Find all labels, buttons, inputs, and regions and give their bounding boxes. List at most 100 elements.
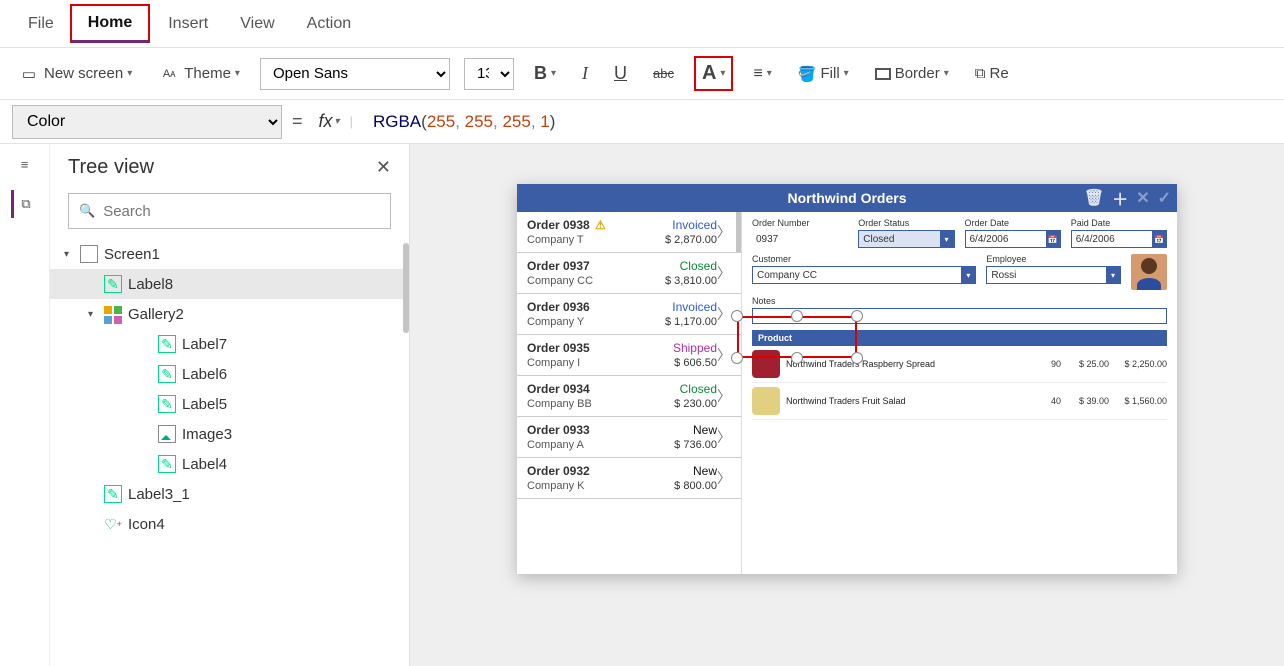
order-row[interactable]: Order 0938 ⚠Invoiced〉Company T$ 2,870.00 xyxy=(517,212,741,253)
formula-bar: Color = fx▾ | RGBA(255, 255, 255, 1) xyxy=(0,100,1284,144)
cancel-icon[interactable]: ✕ xyxy=(1136,188,1149,208)
reorder-icon: ⧉ xyxy=(975,65,986,82)
tree-node-label4[interactable]: ✎Label4 xyxy=(50,449,409,479)
order-row[interactable]: Order 0933New〉Company A$ 736.00 xyxy=(517,417,741,458)
app-title: Northwind Orders xyxy=(787,190,906,206)
chevron-right-icon[interactable]: 〉 xyxy=(717,386,731,406)
label-notes: Notes xyxy=(752,296,1167,306)
menu-action[interactable]: Action xyxy=(291,7,367,41)
menu-insert[interactable]: Insert xyxy=(152,7,224,41)
equals-label: = xyxy=(292,111,303,132)
product-header[interactable]: Product xyxy=(752,330,1167,346)
chevron-down-icon: ▾ xyxy=(235,68,240,79)
chevron-right-icon[interactable]: 〉 xyxy=(717,263,731,283)
tree-node-screen1[interactable]: ▾Screen1 xyxy=(50,239,409,269)
field-order-number: 0937 xyxy=(752,230,848,248)
app-title-bar: Northwind Orders 🗑 ＋ ✕ ✓ xyxy=(517,184,1177,212)
font-color-button[interactable]: A▾ xyxy=(694,56,733,91)
tree-node-label: Label8 xyxy=(128,276,173,293)
tree-node-icon4[interactable]: ♡+Icon4 xyxy=(50,509,409,539)
label-order-date: Order Date xyxy=(965,218,1061,228)
theme-icon: Aᴀ xyxy=(158,63,180,85)
field-order-date[interactable]: 6/4/2006📅 xyxy=(965,230,1061,248)
tree-node-gallery2[interactable]: ▾Gallery2 xyxy=(50,299,409,329)
underline-button[interactable]: U xyxy=(608,59,633,88)
label-order-number: Order Number xyxy=(752,218,848,228)
fill-icon: 🪣 xyxy=(798,65,817,83)
tree-node-label: Gallery2 xyxy=(128,306,184,323)
tree-node-label: Label3_1 xyxy=(128,486,190,503)
menu-file[interactable]: File xyxy=(12,7,70,41)
chevron-right-icon[interactable]: 〉 xyxy=(717,345,731,365)
order-row[interactable]: Order 0934Closed〉Company BB$ 230.00 xyxy=(517,376,741,417)
theme-button[interactable]: Aᴀ Theme ▾ xyxy=(152,59,246,89)
ribbon: ▭ New screen ▾ Aᴀ Theme ▾ Open Sans 13 B… xyxy=(0,48,1284,100)
reorder-label: Re xyxy=(989,65,1008,82)
strikethrough-button[interactable]: abc xyxy=(647,62,680,85)
new-screen-button[interactable]: ▭ New screen ▾ xyxy=(12,59,138,89)
fill-label: Fill xyxy=(821,65,840,82)
border-label: Border xyxy=(895,65,940,82)
chevron-right-icon[interactable]: 〉 xyxy=(717,427,731,447)
tree-node-label7[interactable]: ✎Label7 xyxy=(50,329,409,359)
field-order-status[interactable]: Closed▾ xyxy=(858,230,954,248)
reorder-button[interactable]: ⧉Re xyxy=(969,61,1015,86)
tree-search[interactable]: 🔍 xyxy=(68,193,391,229)
field-paid-date[interactable]: 6/4/2006📅 xyxy=(1071,230,1167,248)
fill-button[interactable]: 🪣Fill▾ xyxy=(792,61,855,87)
close-icon[interactable]: ✕ xyxy=(376,157,391,178)
font-select[interactable]: Open Sans xyxy=(260,58,450,90)
tree-view-icon[interactable]: ⧉ xyxy=(11,190,39,218)
tree-title: Tree view xyxy=(68,156,154,179)
employee-avatar xyxy=(1131,254,1167,290)
bold-button[interactable]: B▾ xyxy=(528,59,562,88)
order-list[interactable]: Order 0938 ⚠Invoiced〉Company T$ 2,870.00… xyxy=(517,212,742,574)
border-button[interactable]: Border▾ xyxy=(869,61,955,86)
tree-node-label8[interactable]: ✎Label8 xyxy=(50,269,409,299)
tree-node-label: Label7 xyxy=(182,336,227,353)
check-icon[interactable]: ✓ xyxy=(1158,188,1171,208)
menu-view[interactable]: View xyxy=(224,7,290,41)
chevron-down-icon: ▾ xyxy=(127,68,132,79)
fx-button[interactable]: fx▾ xyxy=(319,111,340,132)
tree-node-label3_1[interactable]: ✎Label3_1 xyxy=(50,479,409,509)
selection-handles[interactable] xyxy=(737,316,857,358)
tree-node-label6[interactable]: ✎Label6 xyxy=(50,359,409,389)
tree-node-label: Label6 xyxy=(182,366,227,383)
field-employee[interactable]: Rossi▾ xyxy=(986,266,1121,284)
scrollbar-thumb[interactable] xyxy=(736,212,741,252)
main-area: ≡ ⧉ Tree view ✕ 🔍 ▾Screen1✎Label8▾Galler… xyxy=(0,144,1284,666)
tree-view-panel: Tree view ✕ 🔍 ▾Screen1✎Label8▾Gallery2✎L… xyxy=(50,144,410,666)
italic-button[interactable]: I xyxy=(576,59,594,88)
order-row[interactable]: Order 0932New〉Company K$ 800.00 xyxy=(517,458,741,499)
tree-node-label: Label4 xyxy=(182,456,227,473)
hamburger-icon[interactable]: ≡ xyxy=(11,150,39,178)
align-icon: ≡ xyxy=(753,65,762,83)
order-row[interactable]: Order 0935Shipped〉Company I$ 606.50 xyxy=(517,335,741,376)
menu-home[interactable]: Home xyxy=(70,4,150,43)
menu-bar: File Home Insert View Action xyxy=(0,0,1284,48)
new-screen-icon: ▭ xyxy=(18,63,40,85)
trash-icon[interactable]: 🗑 xyxy=(1084,188,1104,208)
chevron-right-icon[interactable]: 〉 xyxy=(717,222,731,242)
order-row[interactable]: Order 0937Closed〉Company CC$ 3,810.00 xyxy=(517,253,741,294)
formula-input[interactable]: RGBA(255, 255, 255, 1) xyxy=(363,112,555,132)
order-row[interactable]: Order 0936Invoiced〉Company Y$ 1,170.00 xyxy=(517,294,741,335)
label-paid-date: Paid Date xyxy=(1071,218,1167,228)
property-select[interactable]: Color xyxy=(12,105,282,139)
search-input[interactable] xyxy=(103,203,380,220)
align-button[interactable]: ≡▾ xyxy=(747,61,777,87)
new-screen-label: New screen xyxy=(44,65,123,82)
plus-icon[interactable]: ＋ xyxy=(1112,186,1128,210)
font-size-select[interactable]: 13 xyxy=(464,58,514,90)
tree-node-label5[interactable]: ✎Label5 xyxy=(50,389,409,419)
tree-node-image3[interactable]: Image3 xyxy=(50,419,409,449)
field-customer[interactable]: Company CC▾ xyxy=(752,266,976,284)
chevron-right-icon[interactable]: 〉 xyxy=(717,468,731,488)
chevron-right-icon[interactable]: 〉 xyxy=(717,304,731,324)
scrollbar-thumb[interactable] xyxy=(403,243,409,333)
tree-node-label: Image3 xyxy=(182,426,232,443)
product-row[interactable]: Northwind Traders Fruit Salad40$ 39.00$ … xyxy=(752,383,1167,420)
label-order-status: Order Status xyxy=(858,218,954,228)
tree-node-label: Screen1 xyxy=(104,246,160,263)
